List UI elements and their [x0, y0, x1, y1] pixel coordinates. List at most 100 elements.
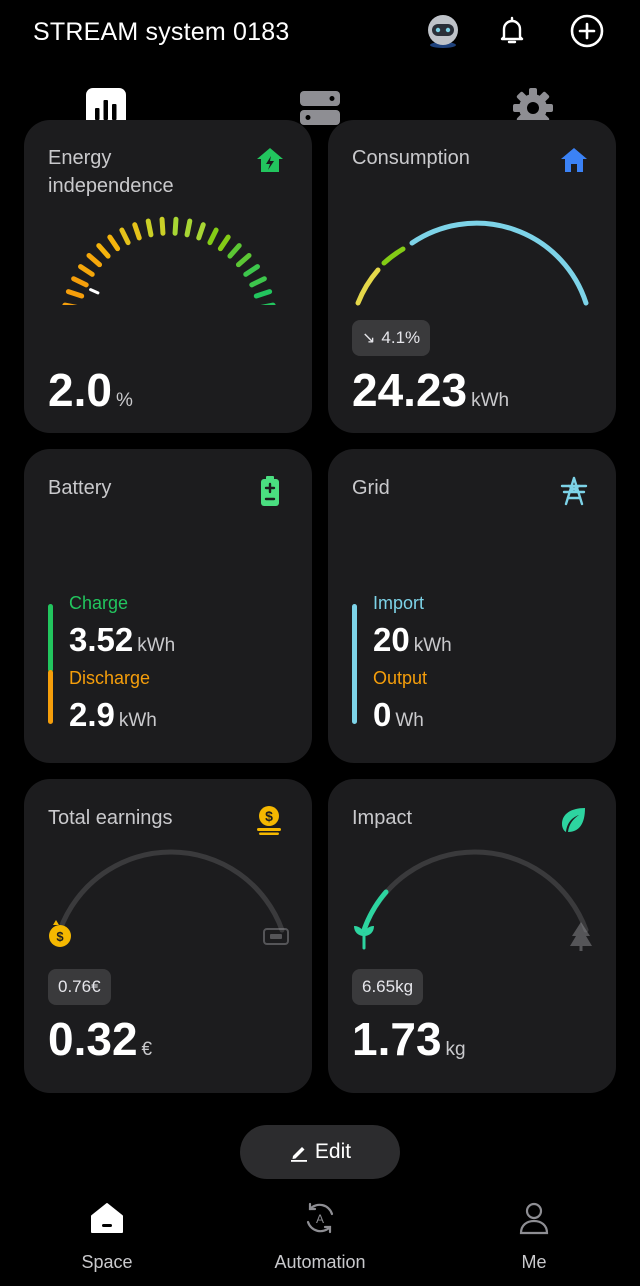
charge-number: 3.52	[69, 621, 134, 658]
card-title-line2: independence	[48, 175, 174, 197]
gauge-segment	[78, 264, 95, 277]
add-icon[interactable]	[568, 12, 606, 50]
house-bolt-icon	[254, 144, 286, 176]
automation-icon: A	[298, 1196, 342, 1240]
nav-item-label: Automation	[274, 1252, 366, 1272]
gauge-indicator	[89, 288, 100, 295]
leaf-icon	[557, 804, 589, 836]
value-number: 2.0	[48, 364, 112, 416]
import-bar	[352, 604, 357, 724]
gauge-segment	[71, 276, 89, 288]
robot-avatar-icon[interactable]	[424, 12, 462, 50]
discharge-number: 2.9	[69, 696, 115, 733]
tree-icon	[570, 922, 592, 951]
svg-text:A: A	[316, 1212, 324, 1226]
pencil-icon	[290, 1147, 307, 1162]
gauge-segment	[207, 227, 219, 246]
discharge-unit: kWh	[118, 710, 157, 731]
system-title: STREAM system 0183	[33, 18, 290, 46]
gauge-segment	[184, 218, 193, 238]
energy-independence-card[interactable]: Energy independence 2.0%	[24, 120, 312, 433]
card-title: Grid	[352, 477, 390, 499]
svg-text:$: $	[56, 929, 64, 944]
consumption-card[interactable]: Consumption ↘ 4.1% 24.23 kWh	[328, 120, 616, 433]
svg-text:$: $	[265, 808, 273, 824]
person-icon	[512, 1196, 556, 1240]
card-title: Impact	[352, 807, 413, 829]
gauge-segment	[145, 218, 154, 238]
output-label: Output	[373, 668, 428, 688]
value-number: 24.23	[352, 364, 468, 416]
battery-icon	[254, 475, 286, 507]
gauge-segment	[65, 289, 85, 299]
house-icon	[558, 144, 590, 176]
energy-independence-gauge	[62, 216, 276, 305]
impact-gauge	[354, 849, 592, 951]
app-header: STREAM system 0183	[0, 0, 640, 70]
edit-button-label: Edit	[314, 1140, 352, 1163]
nav-item-automation[interactable]: A Automation	[245, 1190, 395, 1273]
discharge-bar	[48, 670, 53, 724]
impact-value: 1.73 kg	[352, 1016, 466, 1073]
import-number: 20	[373, 621, 410, 658]
value-unit: %	[115, 390, 133, 411]
gauge-segment	[159, 216, 166, 236]
import-value: 20 kWh	[373, 622, 452, 664]
card-title: Total earnings	[48, 807, 173, 829]
value-unit: €	[141, 1039, 153, 1060]
nav-item-label: Me	[521, 1252, 547, 1272]
power-tower-icon	[558, 475, 590, 507]
charge-unit: kWh	[137, 635, 176, 656]
gauge-segment	[253, 289, 273, 299]
total-earnings-card[interactable]: Total earnings $ $ 0.76€ 0.32 €	[24, 779, 312, 1093]
impact-card[interactable]: Impact 6.65kg 1.73 kg	[328, 779, 616, 1093]
output-value: 0 Wh	[373, 697, 424, 739]
consumption-gauge	[355, 220, 589, 306]
gauge-segment	[243, 264, 260, 277]
discharge-value: 2.9 kWh	[69, 697, 157, 739]
arrow-down-right-icon: ↘	[362, 330, 376, 347]
gauge-segment	[132, 222, 142, 241]
nav-item-space[interactable]: Space	[32, 1190, 182, 1273]
battery-card[interactable]: Battery Charge 3.52 kWh Discharge 2.9 kWh	[24, 449, 312, 763]
bottom-nav: Space A Automation Me	[0, 1190, 640, 1286]
value-unit: kWh	[471, 390, 510, 411]
card-title: Consumption	[352, 147, 470, 169]
gauge-segment	[172, 216, 179, 236]
gauge-segment	[249, 276, 267, 288]
consumption-change-badge: ↘ 4.1%	[352, 320, 431, 356]
card-title-line1: Energy	[48, 147, 112, 169]
gauge-segment	[107, 234, 121, 252]
grid-card[interactable]: Grid Import 20 kWh Output 0 Wh	[328, 449, 616, 763]
consumption-value: 24.23 kWh	[352, 367, 509, 424]
output-unit: Wh	[395, 710, 424, 731]
impact-pill-text: 6.65kg	[362, 977, 414, 996]
gauge-segment	[119, 227, 131, 246]
card-title: Battery	[48, 477, 112, 499]
bell-icon[interactable]	[493, 12, 531, 50]
output-number: 0	[373, 696, 392, 733]
gauge-segment	[235, 252, 252, 268]
charge-value: 3.52 kWh	[69, 622, 175, 664]
impact-total-badge: 6.65kg	[352, 969, 424, 1005]
nav-item-label: Space	[81, 1252, 133, 1272]
gauge-segment	[217, 234, 231, 252]
cash-icon	[263, 928, 289, 945]
nav-item-me[interactable]: Me	[459, 1190, 609, 1273]
edit-button[interactable]: Edit	[240, 1125, 400, 1179]
earnings-value: 0.32 €	[48, 1016, 152, 1073]
card-title: Energy independence	[48, 144, 174, 200]
gauge-segment	[86, 252, 103, 268]
value-number: 1.73	[352, 1013, 442, 1065]
value-unit: kg	[445, 1039, 466, 1060]
value-number: 0.32	[48, 1013, 138, 1065]
gauge-segment	[227, 243, 242, 259]
import-label: Import	[373, 593, 425, 613]
coin-stack-icon: $	[253, 804, 285, 836]
earnings-gauge: $	[49, 849, 289, 947]
charge-bar	[48, 604, 53, 672]
earnings-total-badge: 0.76€	[48, 969, 111, 1005]
charge-label: Charge	[69, 593, 129, 613]
gauge-segment	[96, 243, 111, 259]
discharge-label: Discharge	[69, 668, 151, 688]
